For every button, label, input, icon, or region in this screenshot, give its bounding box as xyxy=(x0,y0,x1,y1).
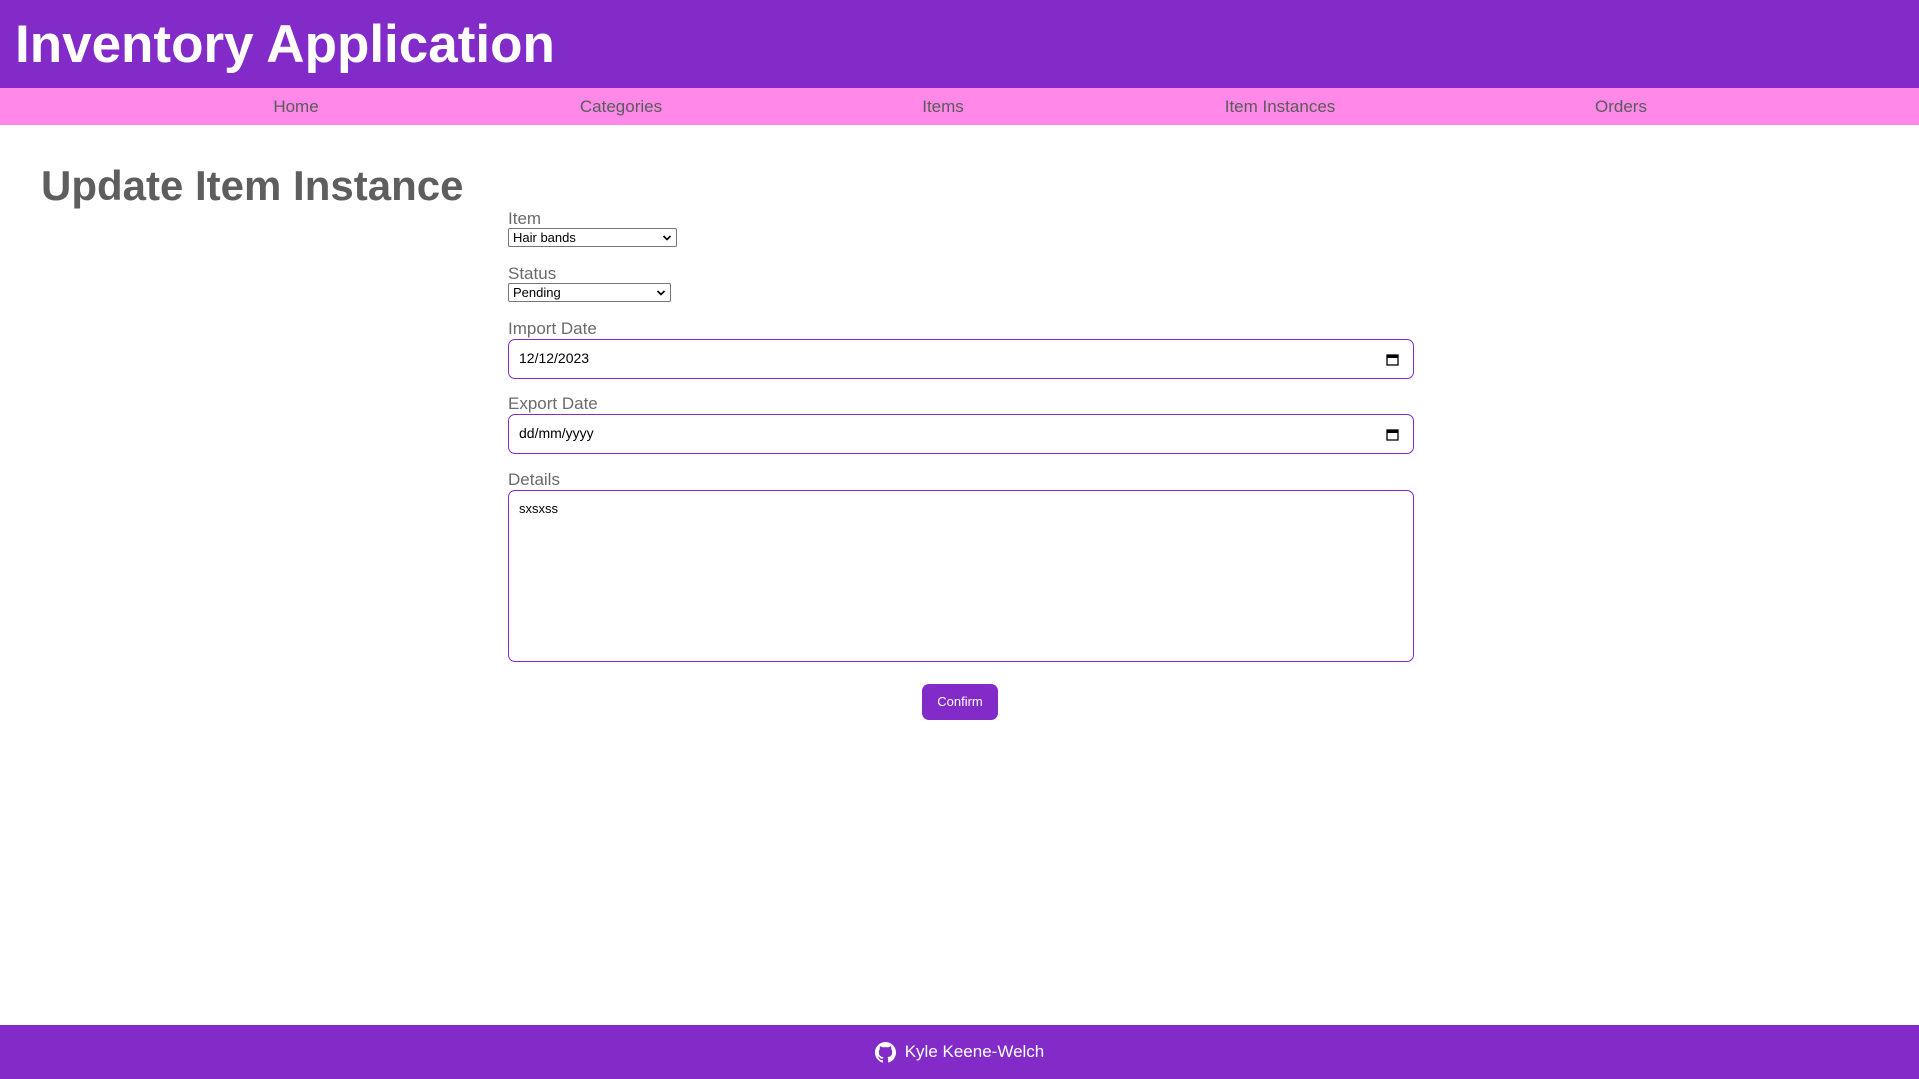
chevron-down-icon xyxy=(656,290,666,296)
item-select-value: Hair bands xyxy=(513,230,576,245)
app-header: Inventory Application xyxy=(0,0,1919,88)
item-select[interactable]: Hair bands xyxy=(508,228,677,247)
calendar-icon[interactable] xyxy=(1386,428,1399,441)
item-label: Item xyxy=(508,209,542,228)
nav-item-home[interactable]: Home xyxy=(273,88,318,125)
status-label: Status xyxy=(508,264,557,283)
details-value: sxsxss xyxy=(519,501,558,516)
nav-item-orders[interactable]: Orders xyxy=(1595,88,1647,125)
export-date-placeholder: dd/mm/yyyy xyxy=(519,425,594,441)
details-textarea[interactable]: sxsxss xyxy=(508,490,1414,662)
details-label: Details xyxy=(508,470,560,489)
export-date-input[interactable]: dd/mm/yyyy xyxy=(508,414,1414,454)
nav-item-item-instances[interactable]: Item Instances xyxy=(1225,88,1336,125)
github-icon xyxy=(874,1041,896,1062)
nav-bar: Home Categories Items Item Instances Ord… xyxy=(0,88,1919,125)
page-title: Update Item Instance xyxy=(41,162,464,209)
author-name: Kyle Keene-Welch xyxy=(904,1042,1045,1061)
author-link[interactable]: Kyle Keene-Welch xyxy=(874,1041,1045,1063)
nav-item-categories[interactable]: Categories xyxy=(580,88,662,125)
footer: Kyle Keene-Welch xyxy=(0,1025,1919,1079)
import-date-label: Import Date xyxy=(508,319,597,338)
export-date-label: Export Date xyxy=(508,394,598,413)
chevron-down-icon xyxy=(662,235,672,241)
status-select[interactable]: Pending xyxy=(508,283,671,302)
nav-item-items[interactable]: Items xyxy=(922,88,964,125)
status-select-value: Pending xyxy=(513,285,561,300)
import-date-value: 12/12/2023 xyxy=(519,350,590,366)
import-date-input[interactable]: 12/12/2023 xyxy=(508,339,1414,379)
calendar-icon[interactable] xyxy=(1386,353,1399,366)
confirm-button[interactable]: Confirm xyxy=(922,684,998,720)
app-title: Inventory Application xyxy=(15,14,555,74)
